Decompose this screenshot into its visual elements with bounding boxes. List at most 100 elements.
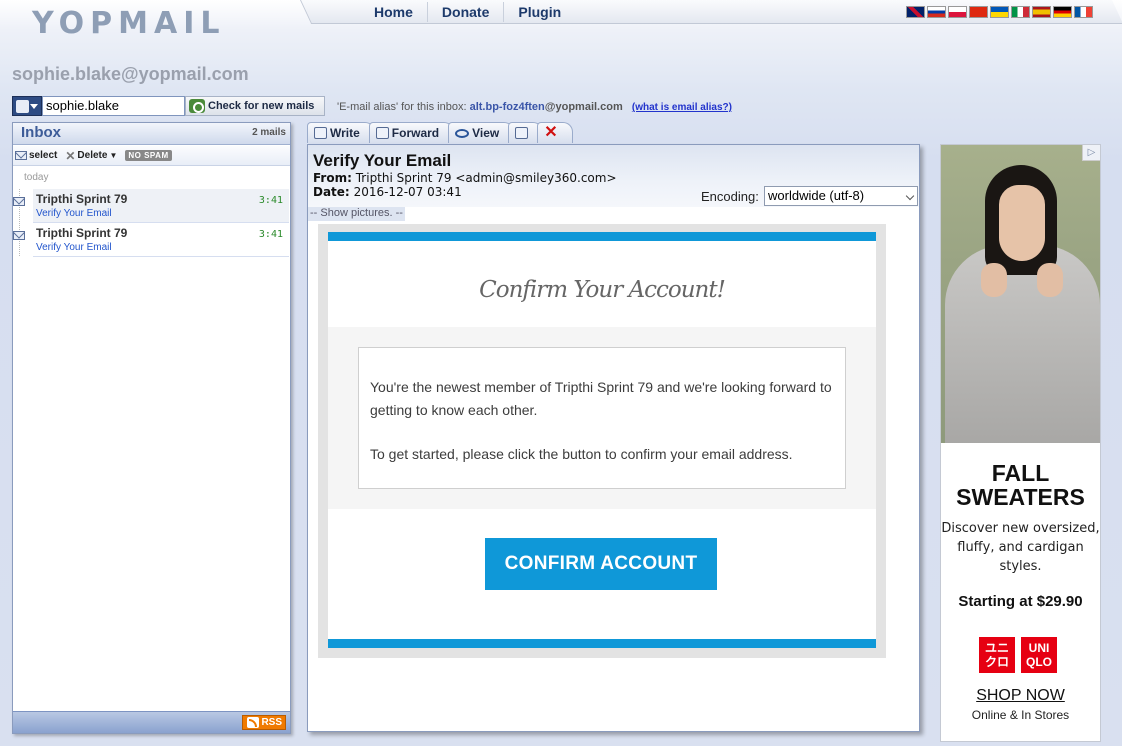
email-heading: Confirm Your Account! bbox=[479, 277, 726, 303]
inbox-footer: RSS bbox=[13, 711, 290, 733]
what-is-alias-link[interactable]: (what is email alias?) bbox=[632, 102, 732, 113]
select-button[interactable]: select bbox=[15, 150, 57, 161]
view-tab[interactable]: View bbox=[448, 122, 515, 143]
flag-it-icon[interactable] bbox=[1011, 6, 1030, 18]
mail-time: 3:41 bbox=[258, 195, 283, 206]
flag-en-icon[interactable] bbox=[906, 6, 925, 18]
date-value: 2016-12-07 03:41 bbox=[353, 185, 462, 199]
forward-tab[interactable]: Forward bbox=[368, 122, 455, 143]
ad-choices-icon[interactable]: ▷ bbox=[1082, 145, 1100, 161]
mail-date-line: Date: 2016-12-07 03:41 bbox=[313, 185, 462, 199]
chevron-down-icon: ▼ bbox=[109, 151, 118, 160]
advertisement[interactable]: ▷ FALL SWEATERS Discover new oversized, … bbox=[940, 144, 1101, 742]
email-alias-info: 'E-mail alias' for this inbox: alt.bp-fo… bbox=[337, 101, 732, 113]
inbox-panel: Inbox 2 mails select ✕ Delete ▼ NO SPAM to… bbox=[12, 122, 291, 734]
show-pictures-link[interactable]: -- Show pictures. -- bbox=[308, 207, 405, 221]
nav-plugin-link[interactable]: Plugin bbox=[504, 2, 575, 22]
confirm-account-button[interactable]: CONFIRM ACCOUNT bbox=[485, 538, 717, 590]
inbox-name-input[interactable]: sophie.blake bbox=[42, 96, 185, 116]
email-card: Confirm Your Account! You're the newest … bbox=[328, 232, 876, 648]
delete-button[interactable]: ✕ Delete ▼ bbox=[65, 149, 117, 163]
inbox-toolbar: select ✕ Delete ▼ NO SPAM bbox=[13, 146, 290, 166]
flag-es-icon[interactable] bbox=[1032, 6, 1051, 18]
eye-icon bbox=[455, 128, 470, 138]
email-message-box: You're the newest member of Tripthi Spri… bbox=[358, 347, 846, 489]
inbox-title: Inbox bbox=[21, 124, 61, 141]
ad-subtext: Discover new oversized, fluffy, and card… bbox=[941, 521, 1100, 574]
alias-prefix: 'E-mail alias' for this inbox: bbox=[337, 101, 467, 113]
email-message-band: You're the newest member of Tripthi Spri… bbox=[328, 327, 876, 509]
write-label: Write bbox=[330, 126, 360, 140]
nav-donate-link[interactable]: Donate bbox=[428, 2, 505, 22]
mail-subject: Verify Your Email bbox=[36, 242, 112, 253]
printer-icon bbox=[515, 127, 529, 139]
flag-de-icon[interactable] bbox=[1053, 6, 1072, 18]
flag-cn-icon[interactable] bbox=[969, 6, 988, 18]
delete-mail-tab[interactable]: ✕ bbox=[537, 122, 573, 143]
encoding-select[interactable]: worldwide (utf-8) bbox=[764, 186, 918, 206]
mail-time: 3:41 bbox=[258, 229, 283, 240]
write-icon bbox=[314, 127, 327, 139]
from-value: Tripthi Sprint 79 <admin@smiley360.com> bbox=[355, 171, 617, 185]
ad-price: Starting at $29.90 bbox=[958, 593, 1083, 610]
flag-ru-icon[interactable] bbox=[927, 6, 946, 18]
envelope-icon bbox=[13, 231, 25, 240]
rss-button[interactable]: RSS bbox=[242, 715, 286, 730]
address-book-icon[interactable] bbox=[12, 96, 42, 116]
check-new-mails-button[interactable]: Check for new mails bbox=[185, 96, 325, 116]
inbox-header: Inbox 2 mails bbox=[13, 123, 290, 145]
mail-viewer: Verify Your Email From: Tripthi Sprint 7… bbox=[307, 144, 920, 732]
email-paragraph: To get started, please click the button … bbox=[370, 446, 793, 462]
forward-icon bbox=[375, 127, 389, 139]
flag-ua-icon[interactable] bbox=[990, 6, 1009, 18]
alias-name: alt.bp-foz4ften bbox=[469, 101, 545, 113]
mail-toolbar: Write Forward View ✕ bbox=[307, 122, 573, 143]
group-label-today: today bbox=[24, 172, 49, 183]
delete-label: Delete bbox=[77, 150, 108, 161]
mail-list-item[interactable]: Tripthi Sprint 79 Verify Your Email 3:41 bbox=[13, 189, 289, 223]
alias-domain: @yopmail.com bbox=[544, 101, 623, 113]
email-content: Confirm Your Account! You're the newest … bbox=[318, 224, 886, 658]
select-label: select bbox=[29, 150, 58, 161]
ad-headline: FALL SWEATERS bbox=[956, 460, 1085, 510]
shop-now-link[interactable]: SHOP NOW bbox=[941, 687, 1100, 705]
mail-list-item[interactable]: Tripthi Sprint 79 Verify Your Email 3:41 bbox=[13, 223, 289, 257]
uniqlo-logo: ユニ クロ UNI QLO bbox=[979, 637, 1057, 673]
ad-image bbox=[941, 145, 1100, 443]
flag-fr-icon[interactable] bbox=[1074, 6, 1093, 18]
rss-icon bbox=[247, 717, 260, 728]
forward-label: Forward bbox=[391, 126, 440, 140]
language-flags bbox=[906, 6, 1093, 18]
mail-header: Verify Your Email From: Tripthi Sprint 7… bbox=[308, 145, 919, 207]
inbox-count: 2 mails bbox=[252, 127, 286, 138]
delete-icon: ✕ bbox=[65, 148, 76, 163]
nav-home-link[interactable]: Home bbox=[360, 2, 428, 22]
flag-pl-icon[interactable] bbox=[948, 6, 967, 18]
mail-subject-title: Verify Your Email bbox=[313, 151, 452, 170]
current-inbox-email: sophie.blake@yopmail.com bbox=[12, 64, 249, 84]
close-icon: ✕ bbox=[544, 124, 558, 141]
email-paragraph: You're the newest member of Tripthi Spri… bbox=[370, 379, 832, 418]
logo-text: YOPMAIL bbox=[32, 6, 226, 41]
rss-label: RSS bbox=[261, 717, 282, 728]
envelope-icon bbox=[15, 151, 27, 160]
envelope-icon bbox=[13, 197, 25, 206]
logo-block-left: ユニ クロ bbox=[979, 637, 1015, 673]
encoding-value: worldwide (utf-8) bbox=[768, 188, 865, 203]
no-spam-button[interactable]: NO SPAM bbox=[125, 150, 172, 161]
mail-from: Tripthi Sprint 79 bbox=[36, 192, 128, 206]
from-label: From: bbox=[313, 171, 352, 185]
yopmail-logo[interactable]: YOPMAIL bbox=[32, 4, 220, 44]
mail-from-line: From: Tripthi Sprint 79 <admin@smiley360… bbox=[313, 171, 617, 185]
refresh-icon bbox=[189, 99, 205, 113]
top-nav: Home Donate Plugin bbox=[360, 2, 575, 22]
mail-subject: Verify Your Email bbox=[36, 208, 112, 219]
mail-from: Tripthi Sprint 79 bbox=[36, 226, 128, 240]
ad-stores-text: Online & In Stores bbox=[971, 708, 1070, 722]
date-label: Date: bbox=[313, 185, 350, 199]
logo-block-right: UNI QLO bbox=[1021, 637, 1057, 673]
write-tab[interactable]: Write bbox=[307, 122, 375, 143]
encoding-label: Encoding: bbox=[701, 189, 759, 204]
check-new-mails-label: Check for new mails bbox=[208, 100, 315, 112]
chevron-down-icon bbox=[905, 191, 915, 201]
